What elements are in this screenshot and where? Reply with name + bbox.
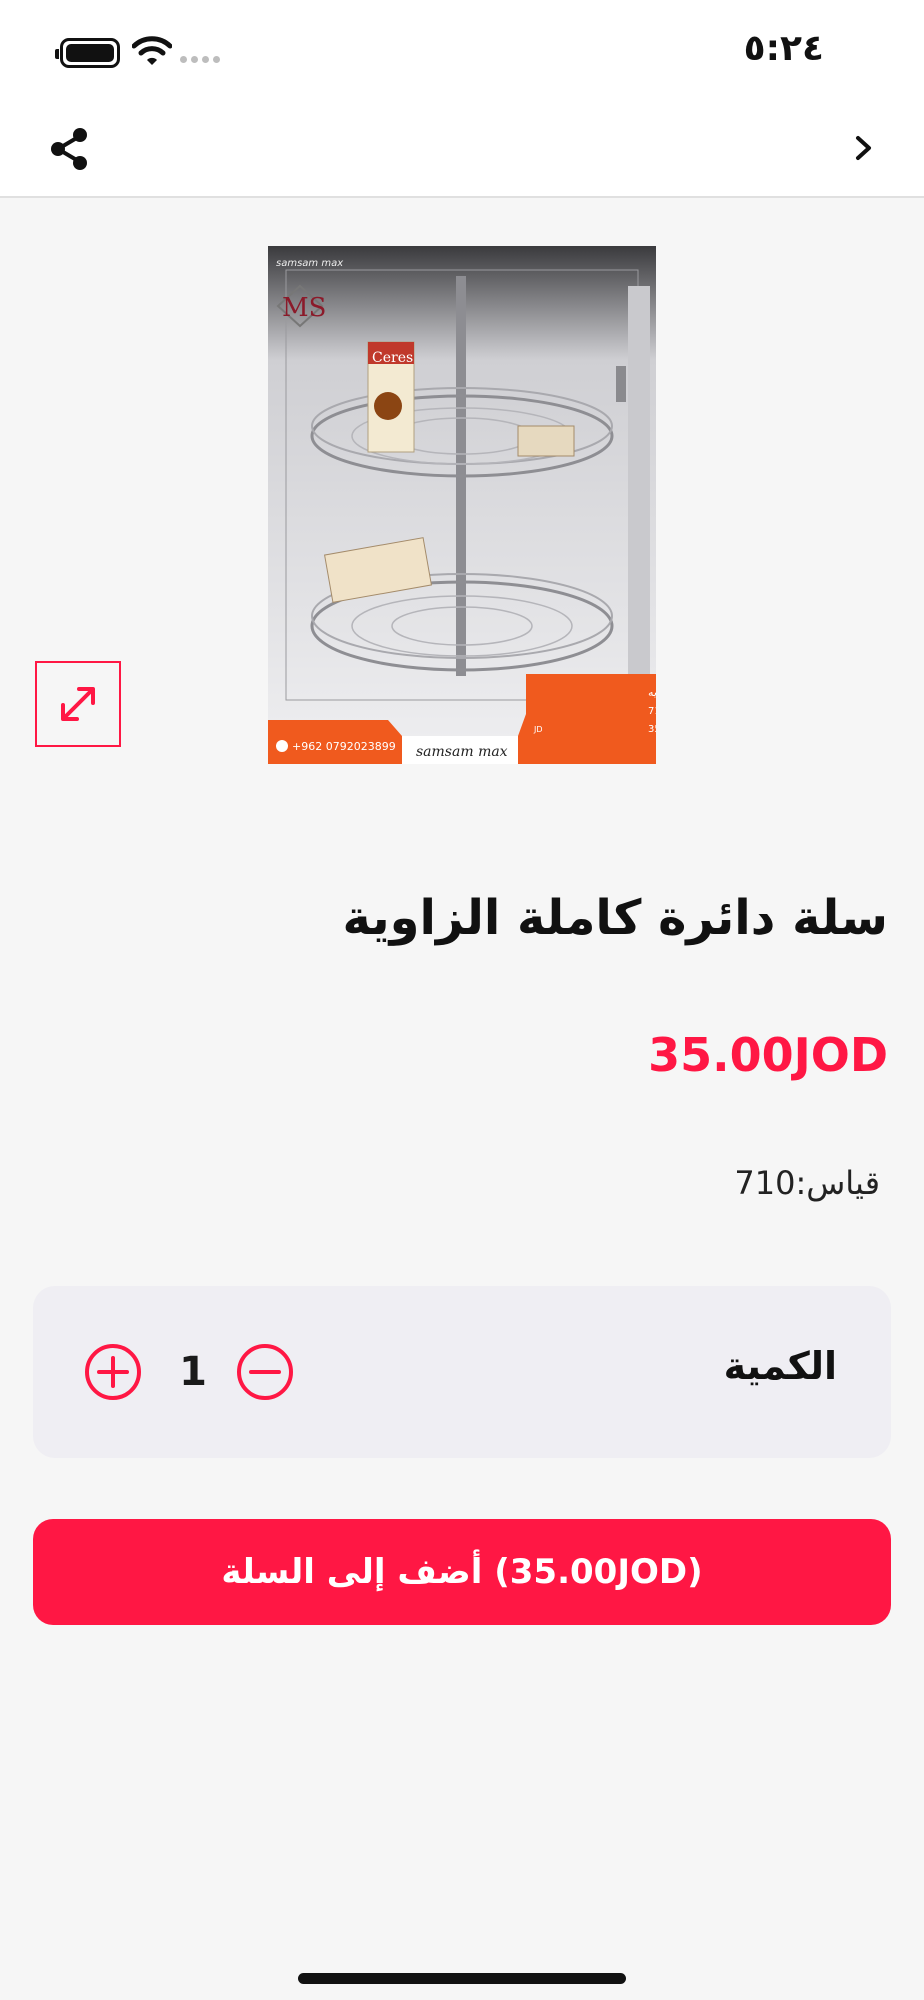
banner-phone: +962 0792023899 [292,740,396,753]
share-icon[interactable] [44,124,94,174]
battery-icon [55,38,120,68]
store-logo: MS [282,293,326,323]
banner-price: السعـــر : 35 [648,724,656,735]
banner-brand: samsam max [416,744,508,760]
quantity-value: 1 [179,1349,207,1395]
wifi-icon [132,36,172,65]
product-title: سلة دائرة كاملة الزاوية [342,890,888,946]
product-price: 35.00JOD [648,1028,888,1082]
product-photo: Ceres samsam max MS سلة دائرة كـاملـه ال… [268,246,656,764]
status-bar: ٥:٢٤ [0,0,924,100]
banner-title: سلة دائرة كـاملـه الزاويه [648,686,656,699]
brand-watermark: samsam max [276,258,343,269]
banner-price-unit: JD [533,725,543,734]
quantity-selector: 1 الكمية [33,1286,891,1458]
expand-image-button[interactable] [35,661,121,747]
home-indicator [298,1973,626,1984]
quantity-label: الكمية [723,1344,837,1388]
status-time: ٥:٢٤ [743,28,824,69]
banner-size: قيـاس:710 [648,706,656,717]
add-to-cart-button[interactable]: أضف إلى السلة (35.00JOD) [33,1519,891,1625]
chevron-right-icon[interactable] [844,128,884,168]
cellular-signal-icon [180,56,220,63]
top-navigation-bar [0,100,924,198]
plus-circle-icon[interactable] [83,1342,143,1402]
product-size: قياس:710 [734,1164,880,1202]
expand-icon [61,687,95,721]
minus-circle-icon[interactable] [235,1342,295,1402]
product-image[interactable]: Ceres samsam max MS سلة دائرة كـاملـه ال… [268,246,656,764]
carton-brand-text: Ceres [372,350,413,366]
